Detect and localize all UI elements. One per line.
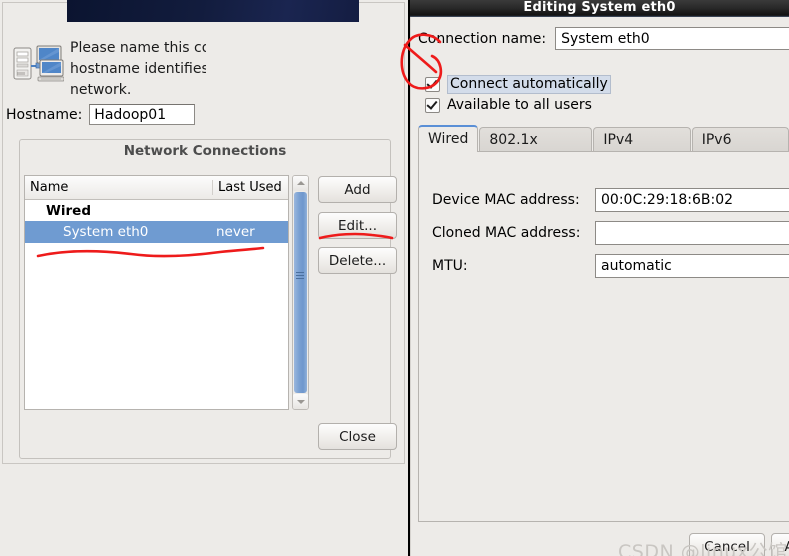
tab-ipv4-settings[interactable]: IPv4 Settings (593, 127, 690, 152)
connection-name-input[interactable] (555, 27, 789, 50)
connection-last-used-cell: never (212, 224, 288, 240)
dialog-body: Connection name: Connect automatically A… (410, 17, 789, 556)
scrollbar-grip-icon (296, 272, 304, 279)
connections-list-header: Name Last Used (25, 176, 288, 200)
intro-line-1: Please name this co (70, 38, 206, 59)
device-mac-address-label: Device MAC address: (432, 192, 595, 208)
apply-button[interactable]: Apply... (771, 533, 789, 556)
installer-intro-text: Please name this co hostname identifies … (70, 38, 206, 101)
panel-divider (408, 0, 410, 556)
settings-tabstrip: Wired 802.1x Security IPv4 Settings IPv6… (418, 125, 789, 152)
hostname-input[interactable] (89, 104, 195, 125)
mtu-stepper[interactable] (595, 254, 789, 278)
checkbox-icon[interactable] (425, 77, 440, 92)
cloned-mac-address-row: Cloned MAC address: (432, 221, 789, 245)
cloned-mac-address-label: Cloned MAC address: (432, 225, 595, 241)
connection-name-label: Connection name: (418, 31, 546, 47)
device-mac-address-input[interactable] (595, 188, 789, 212)
checkbox-icon[interactable] (425, 98, 440, 113)
table-row[interactable]: System eth0 never (25, 221, 288, 243)
intro-line-3: network. (70, 80, 206, 101)
column-header-name[interactable]: Name (25, 180, 212, 195)
cloned-mac-address-input[interactable] (595, 221, 789, 245)
connections-group-label: Wired (46, 203, 91, 219)
hostname-label: Hostname: (6, 107, 82, 123)
column-header-last-used[interactable]: Last Used (212, 180, 288, 195)
scrollbar-thumb[interactable] (294, 192, 307, 393)
edit-button[interactable]: Edit... (318, 212, 397, 239)
screenshot-root: Please name this co hostname identifies … (0, 0, 789, 556)
delete-button[interactable]: Delete... (318, 247, 397, 274)
tab-ipv6-settings[interactable]: IPv6 Settings (692, 127, 789, 152)
hostname-row: Hostname: (6, 104, 195, 125)
available-to-all-users-checkbox-row[interactable]: Available to all users (425, 97, 592, 113)
connection-name-cell: System eth0 (25, 224, 212, 240)
close-button[interactable]: Close (318, 423, 397, 450)
installer-header-banner (67, 0, 359, 22)
connections-list[interactable]: Name Last Used Wired System eth0 never (24, 175, 289, 410)
connections-group-wired[interactable]: Wired (25, 200, 288, 221)
tab-8021x-security[interactable]: 802.1x Security (479, 127, 592, 152)
connect-automatically-label: Connect automatically (447, 75, 611, 94)
tab-wired[interactable]: Wired (418, 125, 478, 152)
installer-left-panel: Please name this co hostname identifies … (0, 0, 409, 556)
connection-name-row: Connection name: (418, 27, 789, 50)
device-mac-address-row: Device MAC address: (432, 188, 789, 212)
available-to-all-users-label: Available to all users (447, 97, 592, 113)
add-button[interactable]: Add (318, 176, 397, 203)
scroll-up-arrow-icon[interactable] (293, 176, 308, 191)
connect-automatically-checkbox-row[interactable]: Connect automatically (425, 75, 611, 94)
computer-network-icon (12, 44, 64, 86)
mtu-row: MTU: (432, 254, 789, 278)
dialog-titlebar: Editing System eth0 (410, 0, 789, 17)
triangle-down-icon[interactable] (30, 208, 40, 214)
intro-line-2: hostname identifies (70, 59, 206, 80)
cancel-button[interactable]: Cancel (689, 533, 765, 556)
edit-connection-dialog: Editing System eth0 Connection name: Con… (410, 0, 789, 556)
wired-tab-panel: Device MAC address: Cloned MAC address: … (418, 151, 789, 522)
connections-list-scrollbar[interactable] (292, 175, 309, 410)
mtu-label: MTU: (432, 258, 595, 274)
scroll-down-arrow-icon[interactable] (293, 394, 308, 409)
mtu-input[interactable] (595, 254, 789, 278)
network-connections-title: Network Connections (19, 143, 391, 159)
